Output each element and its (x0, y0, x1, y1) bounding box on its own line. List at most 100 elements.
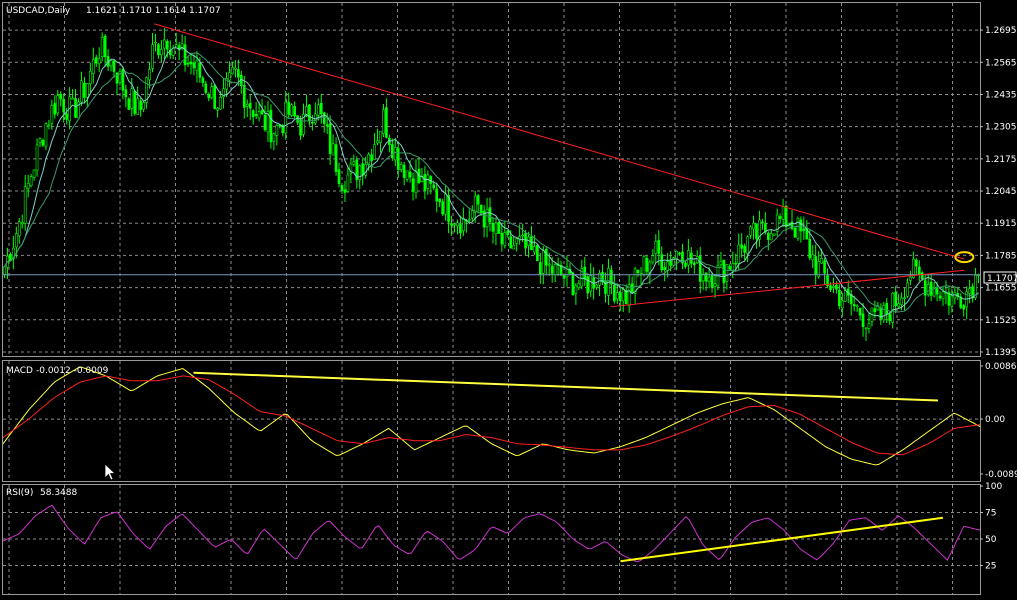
candle-body (112, 60, 116, 72)
candle-body (441, 201, 444, 215)
candle-body (35, 144, 39, 171)
candle-body (891, 292, 894, 323)
candle-body (832, 286, 835, 288)
candle-body (950, 295, 954, 307)
candle-body (731, 263, 735, 271)
macd-tick-label: -0.0089 (985, 470, 1017, 480)
candle-body (254, 114, 258, 117)
candle-body (692, 262, 696, 266)
candle-body (687, 250, 690, 266)
candle-body (494, 222, 498, 235)
candle-body (642, 256, 646, 275)
candle-body (734, 262, 738, 265)
candle-body (524, 232, 527, 249)
candle-body (319, 103, 323, 115)
candle-body (888, 314, 892, 322)
candle-body (29, 176, 33, 187)
candle-body (713, 283, 717, 287)
chart-canvas[interactable]: 1.2695 1.2565 1.2435 1.2305 1.2175 1.2045 1.19… (0, 0, 1017, 596)
macd-label: MACD (6, 366, 33, 376)
candle-body (704, 272, 708, 282)
ohlc-values: 1.1621 1.1710 1.1614 1.1707 (86, 6, 221, 16)
candle-body (157, 44, 160, 56)
candle-body (3, 266, 6, 275)
candle-body (195, 60, 199, 71)
candle-body (544, 248, 548, 266)
candle-body (808, 238, 812, 259)
candle-body (100, 37, 104, 57)
candle-body (941, 291, 945, 300)
candle-body (935, 288, 939, 295)
candle-body (793, 227, 797, 238)
candle-body (405, 170, 409, 180)
price-tick-label: 1.1785 (985, 251, 1017, 261)
candle-body (127, 98, 131, 110)
candle-body (906, 282, 909, 297)
candle-body (44, 123, 48, 147)
candle-body (802, 228, 806, 231)
candle-body (228, 72, 231, 81)
candle-body (562, 275, 566, 279)
candle-body (234, 67, 237, 70)
candle-body (971, 286, 974, 299)
candle-body (231, 67, 234, 75)
candle-body (938, 295, 942, 299)
candle-body (470, 210, 474, 219)
candle-body (521, 234, 524, 237)
candle-body (331, 143, 335, 156)
candle-body (139, 100, 143, 110)
candle-body (358, 165, 362, 180)
candle-body (59, 94, 63, 100)
price-tick-label: 1.2045 (985, 187, 1017, 197)
macd-tick-label: 0.00 (985, 415, 1005, 425)
candle-body (737, 244, 741, 264)
candle-body (778, 216, 782, 219)
candle-body (444, 193, 447, 215)
candle-body (115, 72, 119, 84)
candle-body (882, 304, 886, 321)
candle-body (861, 313, 865, 327)
candle-body (636, 269, 640, 274)
candle-body (136, 98, 140, 115)
candle-body (500, 232, 504, 245)
candle-body (864, 327, 868, 330)
candle-body (370, 154, 373, 162)
chart-window: 1.2695 1.2565 1.2435 1.2305 1.2175 1.2045 1.19… (0, 0, 1017, 596)
candle-body (613, 285, 616, 302)
candle-body (248, 103, 252, 109)
candle-body (89, 71, 92, 85)
candle-body (595, 284, 598, 288)
candle-body (669, 260, 672, 266)
candle-body (509, 236, 513, 249)
candle-body (784, 205, 788, 228)
candle-body (453, 223, 456, 226)
candle-body (900, 297, 903, 305)
candle-body (130, 88, 134, 109)
candle-body (633, 268, 637, 294)
candle-body (26, 183, 30, 189)
candle-body (340, 185, 344, 191)
candle-body (160, 49, 163, 56)
candle-body (201, 77, 205, 83)
candle-body (657, 240, 661, 254)
candle-body (781, 206, 785, 220)
candle-body (308, 104, 311, 121)
candle-body (204, 83, 208, 93)
candle-body (352, 161, 356, 165)
price-tick-label: 1.2695 (985, 26, 1017, 36)
candle-body (660, 254, 664, 271)
candle-body (343, 189, 347, 193)
candle-body (399, 164, 403, 170)
candle-body (666, 261, 669, 271)
candle-body (396, 148, 400, 170)
candle-body (219, 96, 222, 110)
candle-body (71, 97, 74, 100)
candle-body (17, 221, 21, 237)
candle-body (462, 217, 465, 232)
current-price-label: 1.1707 (987, 274, 1017, 284)
candle-body (316, 104, 320, 116)
candle-body (80, 80, 83, 103)
candle-body (290, 104, 293, 116)
macd-tick-label: 0.0086 (985, 362, 1017, 372)
candle-body (402, 164, 406, 178)
